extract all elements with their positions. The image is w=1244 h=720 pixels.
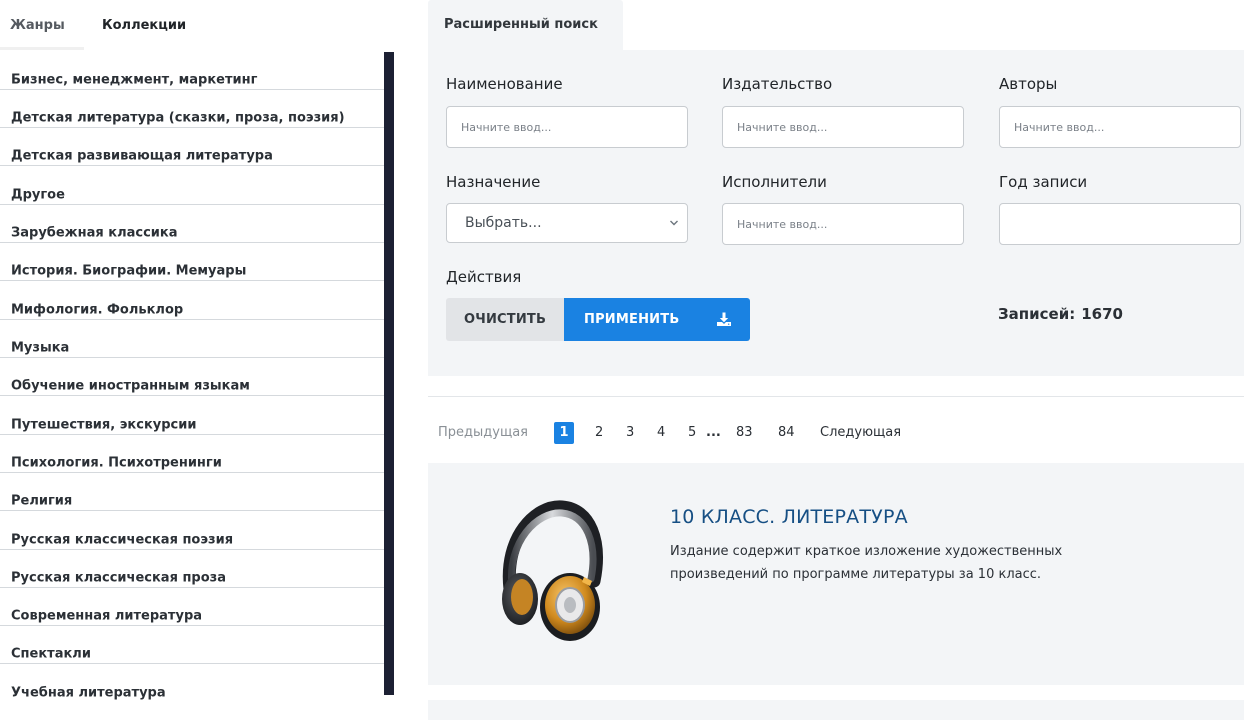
clear-button[interactable]: ОЧИСТИТЬ [446,298,564,341]
pagination-page-3[interactable]: 3 [626,422,634,444]
genre-item-mythology[interactable]: Мифология. Фольклор [0,282,384,320]
genre-item-label: Путешествия, экскурсии [11,417,197,433]
genre-item-label: Спектакли [11,646,91,662]
genre-item-label: Современная литература [11,608,203,624]
result-description: Издание содержит краткое изложение худож… [670,544,1063,582]
genre-item-music[interactable]: Музыка [0,320,384,358]
sidebar-tabs: Жанры Коллекции [0,0,394,50]
authors-label: Авторы [999,75,1058,93]
genre-item-children-development[interactable]: Детская развивающая литература [0,128,384,166]
genre-item-label: Музыка [11,340,70,356]
pagination-page-83[interactable]: 83 [736,422,753,444]
pagination-page-5[interactable]: 5 [688,422,696,444]
pagination-ellipsis: ... [706,425,721,440]
genre-item-languages[interactable]: Обучение иностранным языкам [0,358,384,396]
genre-item-business[interactable]: Бизнес, менеджмент, маркетинг [0,52,384,90]
genre-list: Бизнес, менеджмент, маркетинг Детская ли… [0,52,394,720]
genre-item-modern-literature[interactable]: Современная литература [0,588,384,626]
headphones-icon [502,500,603,641]
genre-item-psychology[interactable]: Психология. Психотренинги [0,435,384,473]
pagination-page-2[interactable]: 2 [595,422,603,444]
genre-item-label: Зарубежная классика [11,225,178,241]
records-value: 1670 [1081,305,1123,323]
year-input[interactable] [999,203,1241,245]
pagination-prev[interactable]: Предыдущая [438,422,528,444]
result-card[interactable]: 10 КЛАСС. ЛИТЕРАТУРА Издание содержит кр… [428,463,1244,685]
publisher-input[interactable] [722,106,964,148]
tab-advanced-search-label: Расширенный поиск [444,17,598,32]
purpose-label: Назначение [446,173,541,191]
apply-button[interactable]: ПРИМЕНИТЬ [564,298,750,341]
genre-item-russian-poetry[interactable]: Русская классическая поэзия [0,512,384,550]
genre-item-label: Русская классическая проза [11,570,226,586]
genre-list-scrollbar[interactable] [384,52,394,695]
pagination-next[interactable]: Следующая [820,422,901,444]
genre-item-history[interactable]: История. Биографии. Мемуары [0,243,384,281]
pagination-page-1[interactable]: 1 [554,422,574,444]
genre-item-foreign-classics[interactable]: Зарубежная классика [0,205,384,243]
genre-item-label: Детская литература (сказки, проза, поэзи… [11,110,345,126]
apply-button-label: ПРИМЕНИТЬ [584,312,680,327]
publisher-label: Издательство [722,75,833,93]
genre-item-children-literature[interactable]: Детская литература (сказки, проза, поэзи… [0,90,384,128]
actions-label: Действия [446,268,522,286]
tab-advanced-search[interactable]: Расширенный поиск [428,0,623,50]
section-divider [428,396,1244,397]
pagination-page-4[interactable]: 4 [657,422,665,444]
genre-item-label: История. Биографии. Мемуары [11,263,247,279]
title-label: Наименование [446,75,563,93]
genre-item-label: Другое [11,187,65,203]
genre-item-label: Детская развивающая литература [11,148,273,164]
chevron-down-icon [670,220,678,226]
records-count: Записей: 1670 [998,305,1123,323]
genre-item-plays[interactable]: Спектакли [0,626,384,664]
genre-item-label: Психология. Психотренинги [11,455,222,471]
genre-item-label: Обучение иностранным языкам [11,378,250,394]
result-card-next[interactable] [428,700,1244,720]
tab-collections[interactable]: Коллекции [102,18,186,33]
clear-button-label: ОЧИСТИТЬ [464,312,547,327]
result-title[interactable]: 10 КЛАСС. ЛИТЕРАТУРА [670,506,908,528]
genre-item-travel[interactable]: Путешествия, экскурсии [0,397,384,435]
tab-genres[interactable]: Жанры [10,18,65,33]
genre-item-label: Русская классическая поэзия [11,532,234,548]
genre-item-russian-prose[interactable]: Русская классическая проза [0,550,384,588]
purpose-select[interactable]: Выбрать... [446,203,688,243]
genre-item-label: Мифология. Фольклор [11,302,184,318]
genre-item-label: Религия [11,493,73,509]
genre-item-label: Бизнес, менеджмент, маркетинг [11,72,258,88]
genre-item-religion[interactable]: Религия [0,473,384,511]
authors-input[interactable] [999,106,1241,148]
tab-genres-underline [0,47,84,50]
download-icon [717,312,731,326]
pagination-page-84[interactable]: 84 [778,422,795,444]
genre-item-educational[interactable]: Учебная литература [0,665,384,703]
title-input[interactable] [446,106,688,148]
records-label: Записей: [998,305,1076,323]
year-label: Год записи [999,173,1088,191]
purpose-select-value: Выбрать... [465,215,542,231]
performers-input[interactable] [722,203,964,245]
genre-item-other[interactable]: Другое [0,167,384,205]
performers-label: Исполнители [722,173,827,191]
genre-item-label: Учебная литература [11,685,166,701]
